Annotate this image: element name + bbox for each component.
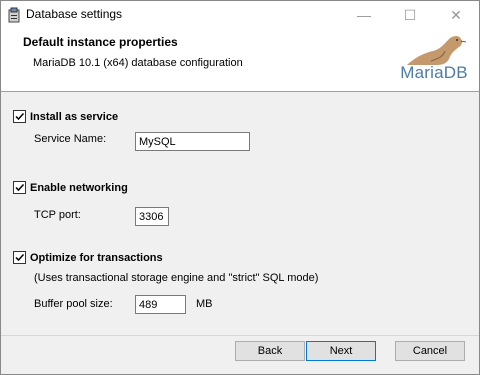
optimize-transactions-label: Optimize for transactions xyxy=(30,251,163,264)
tcp-port-input[interactable]: 3306 xyxy=(135,207,169,226)
window-title: Database settings xyxy=(26,7,123,21)
install-service-label: Install as service xyxy=(30,110,119,123)
enable-networking-checkbox[interactable] xyxy=(13,181,26,194)
checkmark-icon xyxy=(15,253,25,262)
mariadb-logo: MariaDB xyxy=(393,29,475,87)
page-title: Default instance properties xyxy=(23,35,178,49)
next-button[interactable]: Next xyxy=(306,341,376,361)
install-service-checkbox[interactable] xyxy=(13,110,26,123)
enable-networking-label: Enable networking xyxy=(30,181,128,194)
checkmark-icon xyxy=(15,183,25,192)
back-button[interactable]: Back xyxy=(235,341,305,361)
installer-app-icon xyxy=(8,7,20,23)
service-name-input[interactable]: MySQL xyxy=(135,132,250,151)
install-service-option[interactable]: Install as service xyxy=(13,110,118,123)
cancel-button[interactable]: Cancel xyxy=(395,341,465,361)
buffer-pool-unit: MB xyxy=(196,298,213,310)
maximize-button[interactable]: ☐ xyxy=(387,1,433,29)
page-subtitle: MariaDB 10.1 (x64) database configuratio… xyxy=(33,57,243,69)
buffer-pool-label: Buffer pool size: xyxy=(34,298,113,310)
wizard-header: Default instance properties MariaDB 10.1… xyxy=(1,29,479,92)
service-name-label: Service Name: xyxy=(34,133,107,145)
transactions-note: (Uses transactional storage engine and "… xyxy=(34,272,319,284)
settings-window: Database settings — ☐ ✕ Default instance… xyxy=(0,0,480,375)
optimize-transactions-option[interactable]: Optimize for transactions xyxy=(13,251,163,264)
title-bar: Database settings — ☐ ✕ xyxy=(1,1,479,29)
tcp-port-label: TCP port: xyxy=(34,209,81,221)
buffer-pool-input[interactable]: 489 xyxy=(135,295,186,314)
minimize-button[interactable]: — xyxy=(341,1,387,29)
enable-networking-option[interactable]: Enable networking xyxy=(13,181,128,194)
logo-wordmark: MariaDB xyxy=(400,63,468,82)
checkmark-icon xyxy=(15,112,25,121)
close-button[interactable]: ✕ xyxy=(433,1,479,29)
settings-panel: Install as service Service Name: MySQL E… xyxy=(1,92,479,335)
optimize-transactions-checkbox[interactable] xyxy=(13,251,26,264)
